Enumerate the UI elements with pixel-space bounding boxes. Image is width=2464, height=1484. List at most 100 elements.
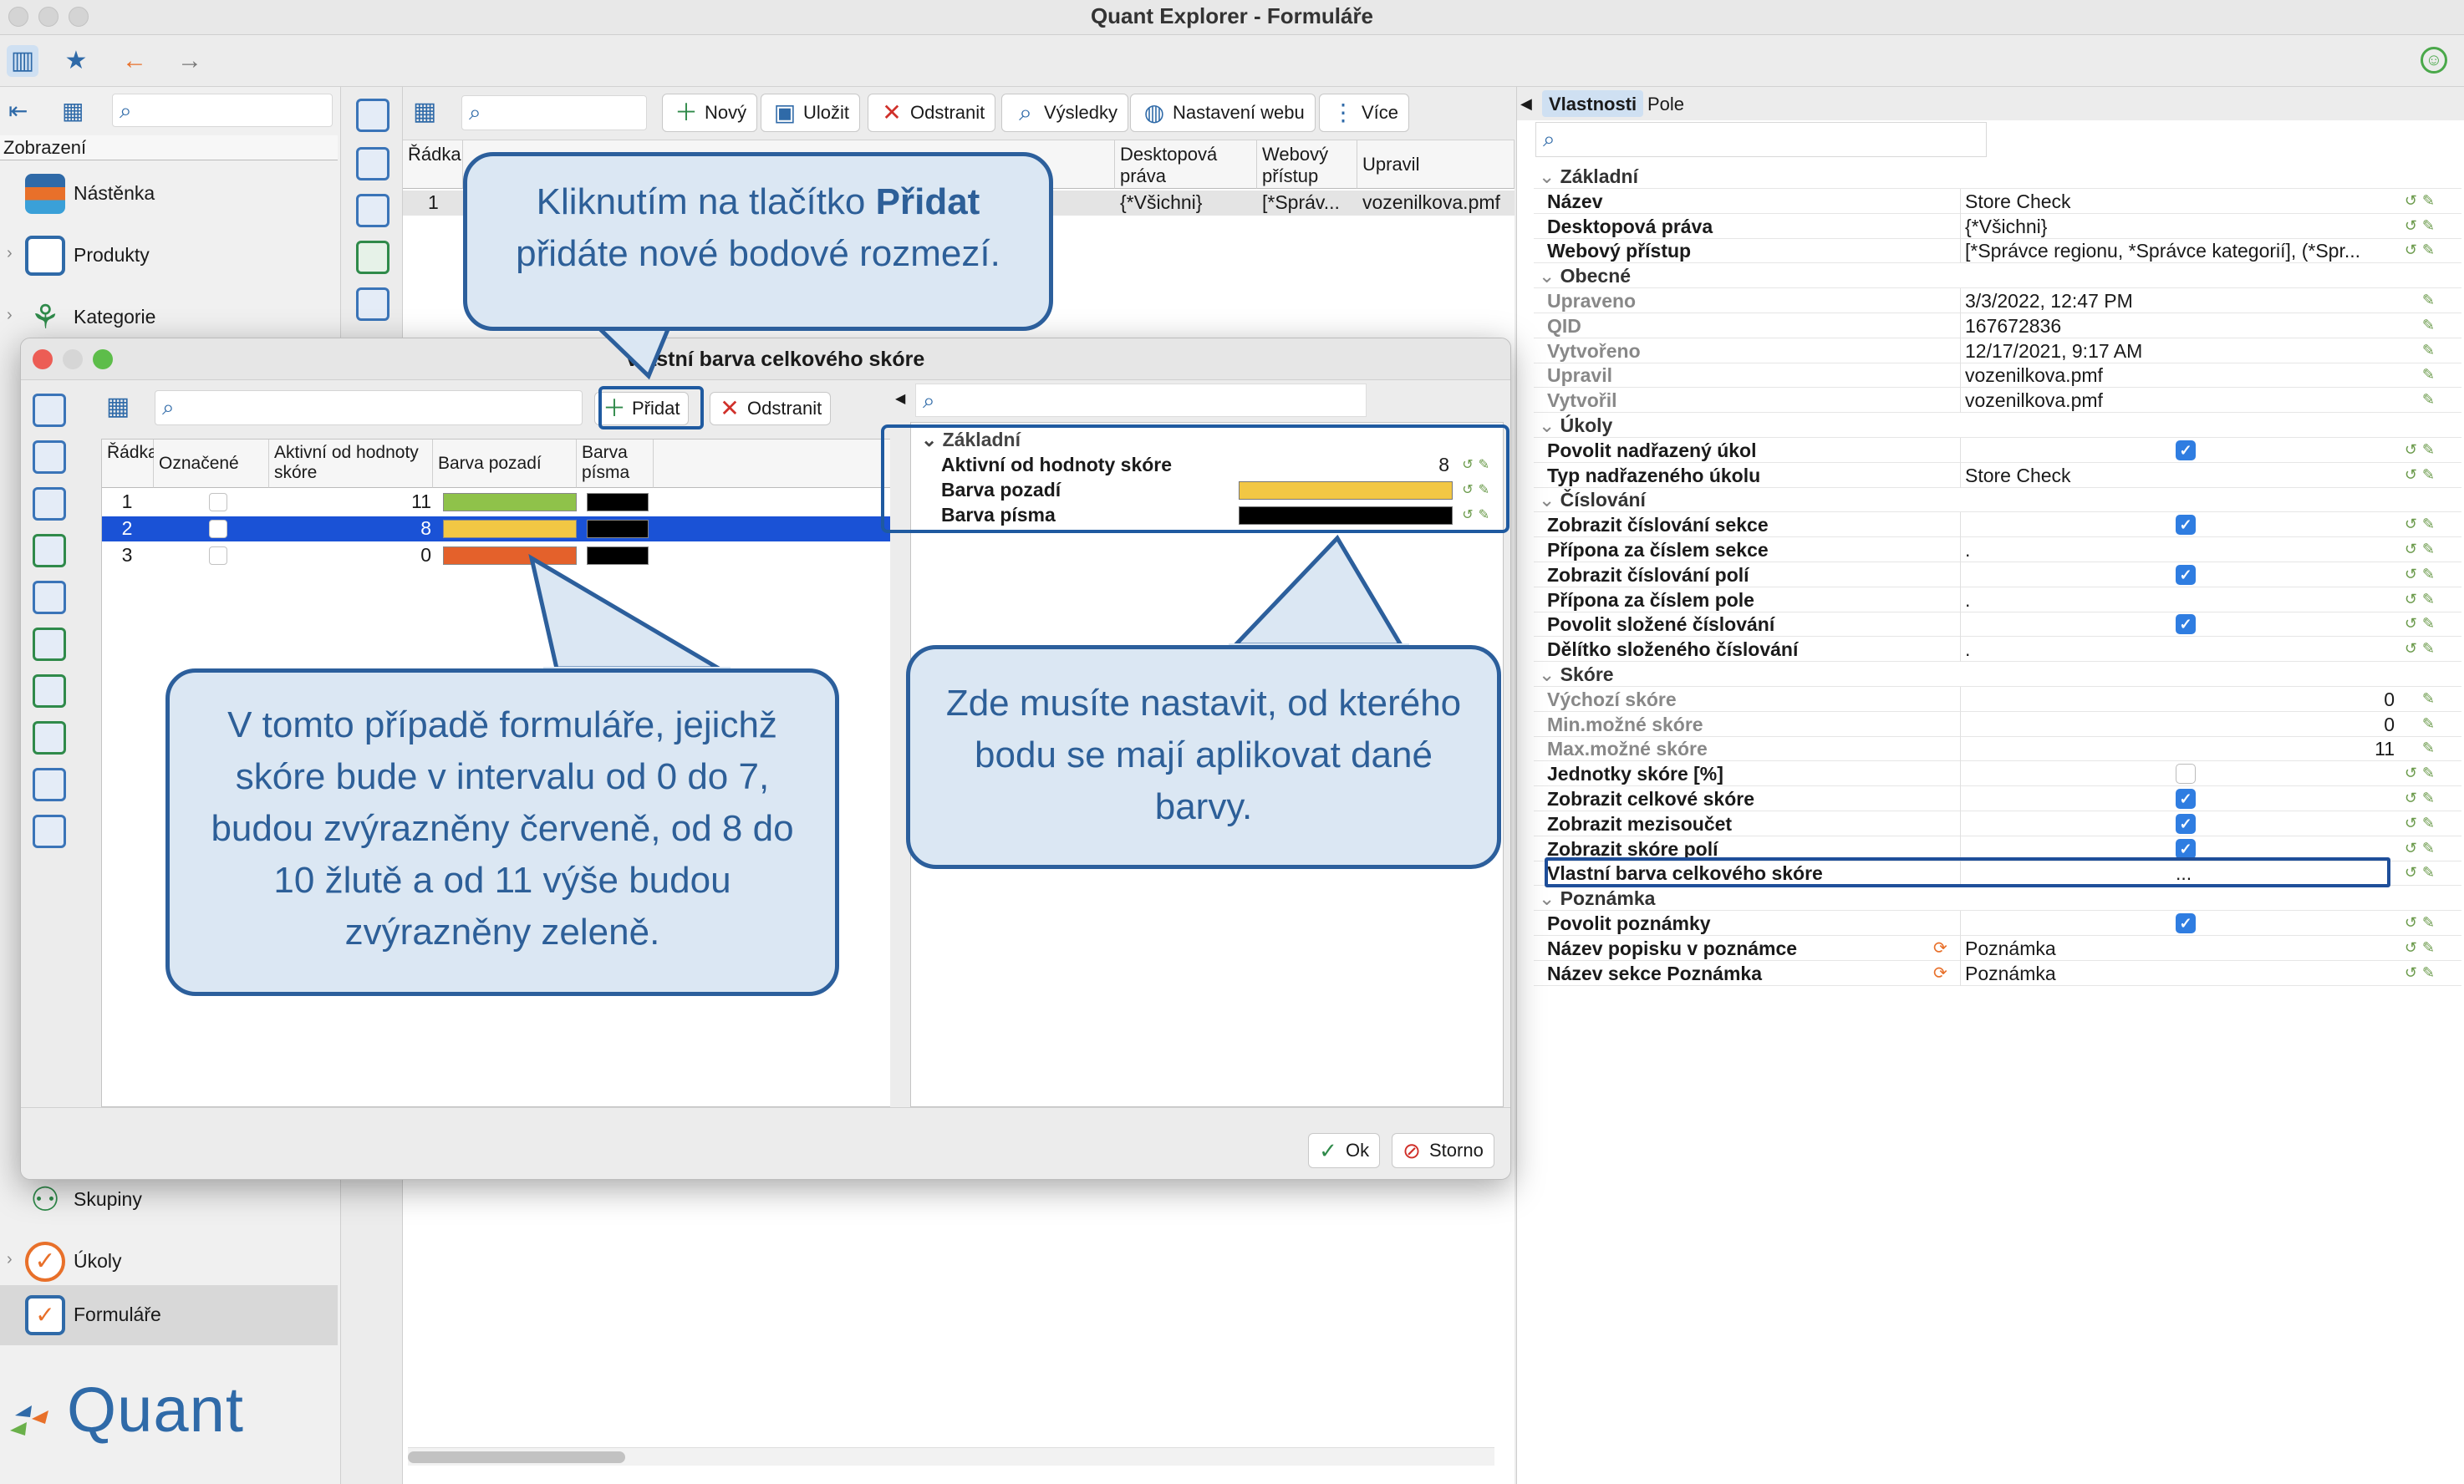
table-settings-icon[interactable]: ▦	[413, 97, 436, 126]
property-section[interactable]: Základní	[1534, 164, 2461, 189]
reset-edit-icon[interactable]: ↺✎	[2405, 640, 2440, 658]
copy-icon[interactable]	[33, 440, 66, 474]
property-row[interactable]: Název popisku v poznámce ⟳ Poznámka ↺✎	[1534, 935, 2461, 961]
question-form-icon[interactable]	[356, 194, 389, 227]
back-arrow-icon[interactable]: ←	[119, 45, 150, 77]
reset-edit-icon[interactable]: ✎	[2422, 391, 2440, 409]
property-value[interactable]: .	[1965, 539, 1970, 562]
ok-button[interactable]: ✓ Ok	[1308, 1133, 1381, 1168]
property-section[interactable]: Poznámka	[1534, 886, 2461, 912]
property-row[interactable]: Jednotky skóre [%] ↺✎	[1534, 761, 2461, 787]
color-range-row[interactable]: 30	[102, 543, 891, 568]
sidebar-search-input[interactable]: ⌕	[112, 94, 333, 127]
property-row[interactable]: Dělítko složeného číslování. ↺✎	[1534, 637, 2461, 663]
property-row[interactable]: Upraveno 3/3/2022, 12:47 PM ✎	[1534, 288, 2461, 313]
checkbox[interactable]: ✓	[2176, 614, 2196, 635]
property-section[interactable]: Skóre	[1534, 662, 2461, 687]
marked-checkbox[interactable]	[209, 520, 227, 538]
sidebar-item-formulare[interactable]: ✓ Formuláře	[0, 1285, 338, 1345]
font-color-swatch[interactable]	[587, 520, 649, 538]
property-row[interactable]: Desktopová práva {*Všichni} ↺✎	[1534, 213, 2461, 239]
property-row[interactable]: Vytvořeno 12/17/2021, 9:17 AM ✎	[1534, 338, 2461, 363]
bg-color-swatch[interactable]	[443, 546, 577, 565]
reset-edit-icon[interactable]: ↺✎	[2405, 516, 2440, 533]
property-value[interactable]: 3/3/2022, 12:47 PM	[1965, 290, 2133, 313]
property-row[interactable]: Výchozí skóre 0 ✎	[1534, 686, 2461, 712]
reset-edit-icon[interactable]: ↺✎	[2405, 541, 2440, 558]
tab-vlastnosti[interactable]: Vlastnosti	[1542, 90, 1644, 117]
property-row[interactable]: Zobrazit celkové skóre ✓ ↺✎	[1534, 786, 2461, 811]
property-row[interactable]: Přípona za číslem sekce. ↺✎	[1534, 537, 2461, 562]
property-row[interactable]: Povolit nadřazený úkol ✓ ↺✎	[1534, 437, 2461, 463]
sidebar-toggle-icon[interactable]: ▥	[7, 45, 38, 77]
column-header-desktop-rights[interactable]: Desktopová práva	[1115, 140, 1257, 189]
property-row[interactable]: Název Store Check ↺✎	[1534, 188, 2461, 214]
reset-edit-icon[interactable]: ↺✎	[2405, 914, 2440, 932]
property-value[interactable]: 12/17/2021, 9:17 AM	[1965, 340, 2142, 363]
reset-edit-icon[interactable]: ↺✎	[2405, 815, 2440, 832]
font-color-swatch[interactable]	[587, 546, 649, 565]
xo-grid-alt-icon[interactable]	[33, 674, 66, 708]
column-header-bg-color[interactable]: Barva pozadí	[433, 440, 577, 488]
horizontal-scrollbar[interactable]	[408, 1447, 1494, 1466]
property-value[interactable]: Poznámka	[1965, 963, 2056, 985]
reset-edit-icon[interactable]: ↺✎	[2405, 765, 2440, 782]
font-color-swatch[interactable]	[587, 493, 649, 511]
sidebar-item-nastenka[interactable]: Nástěnka	[0, 164, 338, 224]
more-button[interactable]: ⋮ Více	[1319, 94, 1410, 132]
dialog-properties-search-input[interactable]: ⌕	[915, 384, 1367, 417]
property-number[interactable]: 0	[2384, 689, 2395, 711]
reset-edit-icon[interactable]: ✎	[2422, 739, 2440, 757]
property-row[interactable]: Upravil vozenilkova.pmf ✎	[1534, 363, 2461, 389]
column-header-active-from[interactable]: Aktivní od hodnoty skóre	[269, 440, 433, 488]
property-value[interactable]: {*Všichni}	[1965, 216, 2047, 238]
property-row[interactable]: Povolit poznámky ✓ ↺✎	[1534, 911, 2461, 936]
copy-icon[interactable]	[356, 147, 389, 180]
column-header-radka[interactable]: Řádka	[403, 140, 463, 189]
property-row[interactable]: Webový přístup [*Správce regionu, *Správc…	[1534, 238, 2461, 264]
save-button[interactable]: ▣ Uložit	[761, 94, 861, 132]
property-row[interactable]: Název sekce Poznámka ⟳ Poznámka ↺✎	[1534, 960, 2461, 986]
reset-edit-icon[interactable]: ✎	[2422, 292, 2440, 309]
bar-chart-icon[interactable]	[33, 815, 66, 848]
checkbox[interactable]: ✓	[2176, 564, 2196, 585]
collapse-sidebar-icon[interactable]: ⇤	[8, 97, 28, 125]
web-settings-button[interactable]: ◍ Nastavení webu	[1130, 94, 1316, 132]
property-value[interactable]: .	[1965, 589, 1970, 612]
reset-edit-icon[interactable]: ↺✎	[2405, 441, 2440, 459]
property-row[interactable]: Max.možné skóre 11 ✎	[1534, 736, 2461, 762]
property-row[interactable]: Zobrazit číslování sekce ✓ ↺✎	[1534, 512, 2461, 538]
property-section[interactable]: Úkoly	[1534, 413, 2461, 438]
reset-edit-icon[interactable]: ✎	[2422, 317, 2440, 334]
reset-edit-icon[interactable]: ↺✎	[2405, 840, 2440, 857]
checkbox[interactable]: ✓	[2176, 789, 2196, 809]
results-button[interactable]: ⌕ Výsledky	[1001, 94, 1129, 132]
reset-edit-icon[interactable]: ↺✎	[2405, 939, 2440, 957]
reset-edit-icon[interactable]: ✎	[2422, 715, 2440, 733]
dialog-minimize-button[interactable]	[63, 349, 83, 369]
delete-button[interactable]: ✕ Odstranit	[868, 94, 996, 132]
dialog-search-input[interactable]: ⌕	[155, 390, 583, 425]
column-header-modified-by[interactable]: Upravil	[1357, 140, 1515, 189]
property-value[interactable]: vozenilkova.pmf	[1965, 364, 2103, 387]
property-row[interactable]: Zobrazit číslování polí ✓ ↺✎	[1534, 562, 2461, 587]
dialog-maximize-button[interactable]	[93, 349, 113, 369]
dialog-close-button[interactable]	[33, 349, 53, 369]
reset-edit-icon[interactable]: ✎	[2422, 342, 2440, 359]
forward-arrow-icon[interactable]: →	[174, 45, 206, 77]
property-number[interactable]: 0	[2384, 714, 2395, 736]
reset-edit-icon[interactable]: ↺✎	[2405, 864, 2440, 882]
property-value[interactable]: Store Check	[1965, 465, 2071, 487]
property-value[interactable]: Poznámka	[1965, 938, 2056, 960]
xo-grid-icon[interactable]	[33, 628, 66, 661]
checkbox[interactable]: ✓	[2176, 440, 2196, 460]
checkbox[interactable]: ✓	[2176, 838, 2196, 859]
properties-search-input[interactable]: ⌕	[1535, 122, 1987, 157]
reset-edit-icon[interactable]: ✎	[2422, 690, 2440, 708]
document-list-icon[interactable]	[33, 581, 66, 614]
reset-edit-icon[interactable]: ↺✎	[2405, 241, 2440, 259]
checkbox[interactable]: ✓	[2176, 813, 2196, 834]
checklist-icon[interactable]	[356, 99, 389, 132]
property-row[interactable]: Typ nadřazeného úkolu Store Check ↺✎	[1534, 462, 2461, 488]
property-number[interactable]: 11	[2375, 738, 2395, 760]
